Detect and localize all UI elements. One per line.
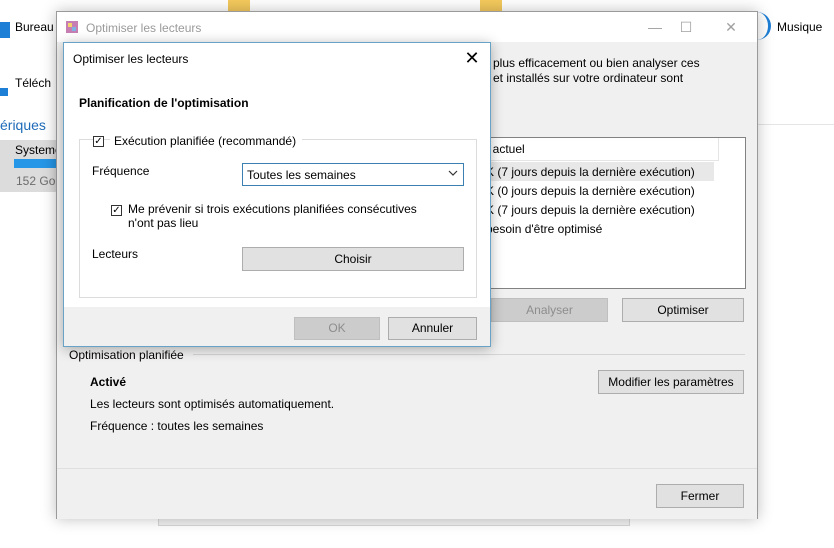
choose-drives-button[interactable]: Choisir (242, 247, 464, 271)
schedule-dialog: Optimiser les lecteurs ✕ Planification d… (63, 42, 491, 347)
drive-name: Systeme (15, 143, 62, 157)
drive-usage-bar (14, 159, 56, 168)
notify-label[interactable]: Me prévenir si trois exécutions planifié… (128, 202, 417, 230)
nav-item-downloads[interactable]: Téléch (15, 76, 51, 90)
devices-section-header[interactable]: ériques (0, 117, 46, 133)
frequency-dropdown[interactable]: Toutes les semaines (242, 163, 464, 186)
schedule-info-line: Les lecteurs sont optimisés automatiquem… (90, 397, 335, 411)
schedule-frequency-line: Fréquence : toutes les semaines (90, 419, 264, 433)
nav-item-music[interactable]: Musique (777, 20, 822, 34)
music-folder-icon (757, 12, 771, 40)
frequency-value: Toutes les semaines (247, 168, 356, 182)
window-close-button[interactable]: ✕ (719, 16, 743, 38)
dialog-heading: Planification de l'optimisation (79, 96, 249, 110)
dialog-footer: OK Annuler (64, 307, 490, 346)
downloads-folder-icon (0, 88, 8, 96)
dialog-close-button[interactable]: ✕ (460, 47, 484, 71)
desktop-folder-icon (0, 22, 10, 38)
frequency-label: Fréquence (92, 164, 150, 178)
cancel-button[interactable]: Annuler (388, 317, 477, 340)
list-item[interactable]: K (0 jours depuis la dernière exécution) (486, 184, 695, 198)
notify-label-line2: n'ont pas lieu (128, 216, 199, 230)
separator (757, 124, 834, 125)
scheduled-run-checkbox[interactable]: ✓ (93, 136, 104, 147)
dialog-title: Optimiser les lecteurs (73, 52, 189, 66)
schedule-status: Activé (90, 375, 127, 389)
dialog-content: Planification de l'optimisation ✓ Exécut… (64, 74, 490, 307)
nav-item-desktop[interactable]: Bureau (15, 20, 54, 34)
maximize-button[interactable]: ☐ (674, 16, 698, 38)
chevron-down-icon (448, 167, 458, 181)
dialog-titlebar[interactable]: Optimiser les lecteurs ✕ (64, 43, 490, 74)
analyze-button[interactable]: Analyser (491, 298, 608, 322)
notify-checkbox[interactable]: ✓ (111, 205, 122, 216)
group-divider (193, 354, 745, 355)
list-item[interactable]: K (7 jours depuis la dernière exécution) (486, 203, 695, 217)
drives-list[interactable]: t actuel K (7 jours depuis la dernière e… (481, 137, 746, 289)
list-item[interactable]: besoin d'être optimisé (486, 222, 602, 236)
window-description: plus efficacement ou bien analyser ces e… (493, 56, 753, 86)
minimize-button[interactable]: — (643, 16, 667, 38)
window-footer: Fermer (57, 468, 757, 519)
scheduled-run-label[interactable]: Exécution planifiée (recommandé) (110, 134, 303, 148)
window-titlebar[interactable]: Optimiser les lecteurs — ☐ ✕ (57, 12, 757, 42)
scheduled-optimization-title: Optimisation planifiée (69, 348, 184, 362)
drives-label: Lecteurs (92, 247, 139, 261)
close-button[interactable]: Fermer (656, 484, 744, 508)
modify-settings-button[interactable]: Modifier les paramètres (598, 370, 744, 394)
defrag-app-icon (66, 21, 78, 33)
ok-button[interactable]: OK (294, 317, 380, 340)
notify-label-line1: Me prévenir si trois exécutions planifié… (128, 202, 417, 216)
optimize-button[interactable]: Optimiser (622, 298, 744, 322)
drive-free-space: 152 Go (16, 174, 56, 188)
window-title: Optimiser les lecteurs (86, 21, 202, 35)
list-item[interactable]: K (7 jours depuis la dernière exécution) (486, 165, 695, 179)
description-line: plus efficacement ou bien analyser ces (493, 56, 700, 70)
description-line: et installés sur votre ordinateur sont (493, 71, 684, 85)
column-header-status[interactable]: t actuel (482, 138, 719, 161)
